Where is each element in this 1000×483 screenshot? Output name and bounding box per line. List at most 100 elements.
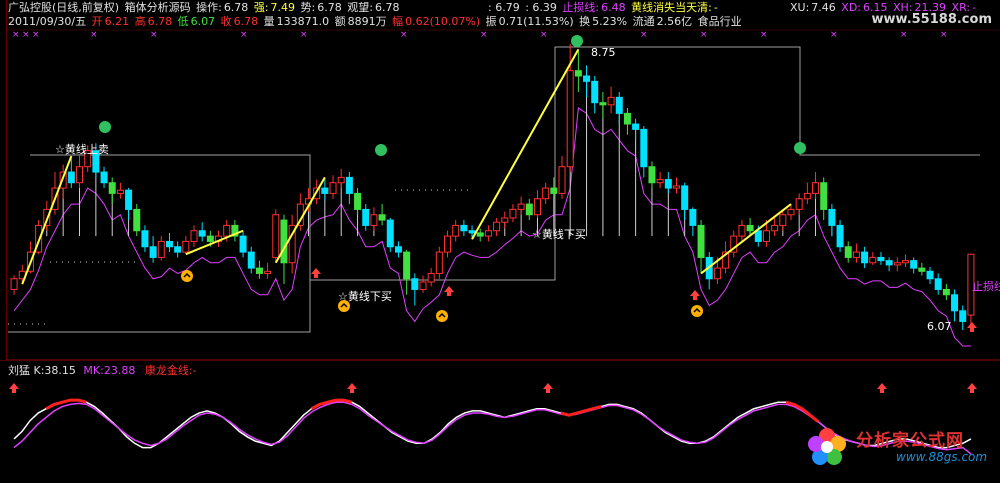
watch-label: 观望: [347,1,373,14]
candle-body [583,75,591,82]
stock-title: 广弘控股(日线,前复权) [8,1,120,14]
sub-panel-header: 刘猛 K:38.15 MK:23.88 康龙金线:- [8,362,197,378]
candle-body [182,240,190,253]
candle-body [803,192,811,200]
candle-body [501,217,509,223]
value-1: : 6.79 [488,1,520,14]
buy-arrow-icon [444,286,454,296]
site-logo: 分析家公式网 www.88gs.com [806,424,996,474]
candle-body [550,187,558,194]
candle-body [787,208,795,216]
high-value: 6.78 [147,15,173,28]
candle-body [926,270,934,280]
top-marker-x: × [32,30,40,40]
candle-body [509,208,517,219]
header-line-1b: : 6.79 : 6.39 止损线: 6.48 黄线消失当天清: - [488,1,720,14]
indicator-name: 箱体分析源码 [124,1,191,14]
xu-value: 7.46 [811,1,836,14]
candle-body [239,235,247,253]
candle-body [901,260,909,264]
chg-label: 幅 [392,15,404,28]
top-marker-x: × [150,30,158,40]
strong-value: 7.49 [270,1,296,14]
hatch-group [46,70,833,237]
trend-label: 势: [300,1,316,14]
top-marker-x: × [700,30,708,40]
top-marker-x: × [12,30,20,40]
candle-body [354,192,362,210]
candle-body [640,128,648,168]
buy-arrow-icon [311,268,321,278]
yellow-trend-line [21,155,73,285]
open-label: 开 [91,15,103,28]
candle-body [427,272,435,283]
candle-body [942,288,950,296]
candle-body [345,176,353,194]
k-label: K: [33,364,45,377]
buy-signal-text-2: ☆黄线下买 [532,227,586,241]
k-value: 38.15 [44,364,76,377]
yellow-trend-line [700,203,792,275]
sub-buy-arrow-icon [967,383,977,393]
candle-body [779,214,787,226]
candle-body [533,198,541,216]
trend-value: 6.78 [317,1,342,14]
candle-body [697,224,705,258]
candle-body [934,278,942,290]
watermark: www.55188.com [871,12,993,27]
candle-body [746,224,754,232]
sell-smiley-icon [571,35,583,47]
open-value: 6.21 [104,15,130,28]
candle-body [656,179,664,184]
candle-body [149,246,157,258]
candle-body [394,246,402,253]
left-sidebar-strip[interactable] [0,0,7,360]
candle-body [820,182,828,210]
candle-body [108,182,116,194]
high-label: 高 [134,15,146,28]
high-price-label: 8.75 [591,46,616,59]
top-marker-x: × [300,30,308,40]
logo-title: 分析家公式网 [856,431,964,451]
sub-buy-arrow-icon [877,383,887,393]
candle-body [174,246,182,253]
candle-body [861,251,869,264]
candle-body [852,251,860,258]
sub-buy-arrow-icon [543,383,553,393]
value-2: : 6.39 [525,1,557,14]
candle-body [386,219,394,248]
flower-logo-icon [808,428,846,465]
buy-arrow-icon [690,290,700,300]
candle-body [411,278,419,290]
candle-body [378,214,386,221]
top-marker-x: × [900,30,908,40]
yellow-trend-line [471,48,580,240]
candle-body [762,230,770,242]
candle-body [370,214,378,226]
sell-smiley-icon [375,144,387,156]
turnover-label: 换 [579,15,591,28]
candle-body [648,166,656,184]
candle-body [272,214,280,258]
float-label: 流通 [632,15,655,28]
candle-body [893,262,901,266]
candle-body [198,230,206,237]
candle-body [812,182,820,194]
sub-buy-arrow-icon [9,383,19,393]
top-marker-x: × [400,30,408,40]
candle-body [141,230,149,248]
candle-body [910,260,918,269]
op-label: 操作: [196,1,222,14]
top-marker-x: × [760,30,768,40]
candle-body [632,123,640,130]
sub-buy-arrow-icon [347,383,357,393]
turnover-value: 5.23% [592,15,628,28]
candle-body [264,270,272,274]
candle-body [435,251,443,274]
candle-body [885,260,893,266]
candle-body [337,176,345,184]
xd-label: XD: [841,1,862,14]
candle-body [255,267,263,274]
candle-body [689,208,697,226]
amt-label: 额 [334,15,346,28]
